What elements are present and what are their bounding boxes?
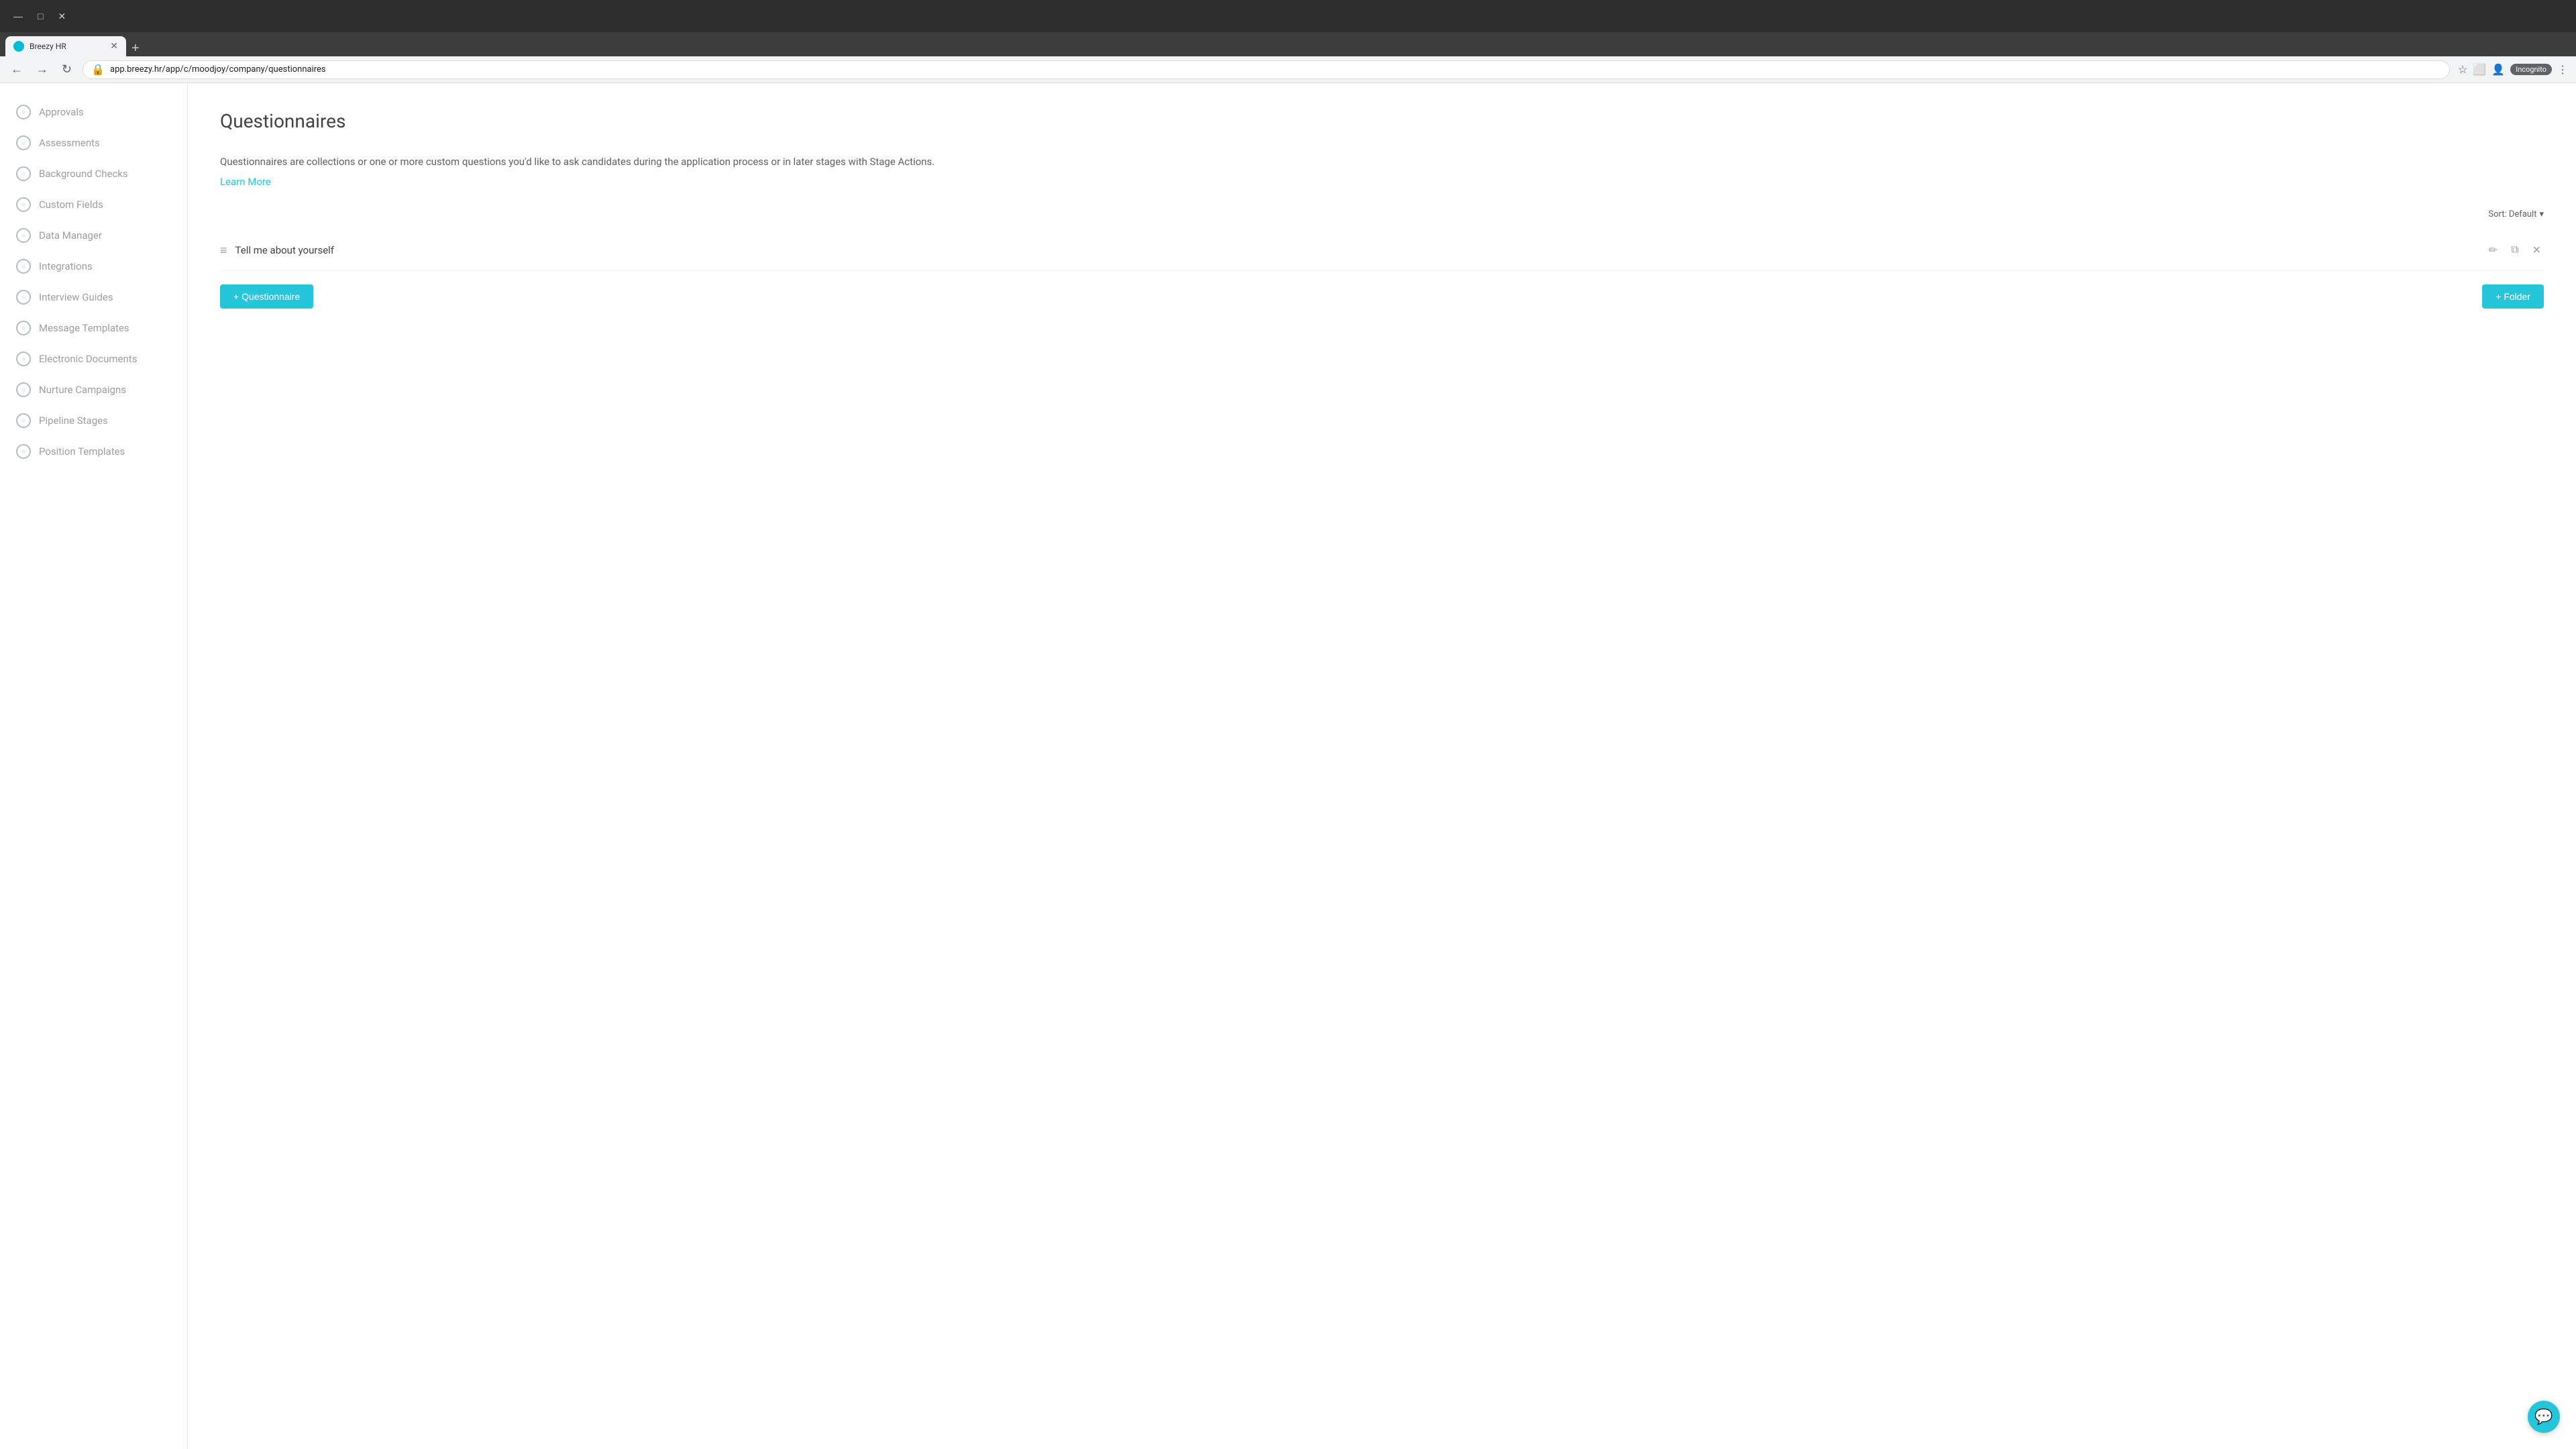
- delete-button[interactable]: ✕: [2530, 241, 2544, 260]
- assessments-icon: ○: [16, 136, 31, 150]
- profile-icon[interactable]: 👤: [2491, 63, 2505, 76]
- nurture-campaigns-icon: ○: [16, 382, 31, 397]
- sidebar-label-approvals: Approvals: [39, 106, 84, 118]
- sidebar-item-interview-guides[interactable]: ○ Interview Guides: [0, 282, 187, 313]
- sidebar-label-electronic-documents: Electronic Documents: [39, 353, 137, 365]
- position-templates-icon: ○: [16, 444, 31, 459]
- window-controls: — □ ✕: [8, 11, 71, 22]
- data-manager-icon: ○: [16, 228, 31, 243]
- browser-chrome: — □ ✕: [0, 0, 2576, 32]
- tab-favicon: [13, 41, 24, 52]
- sidebar-item-electronic-documents[interactable]: ○ Electronic Documents: [0, 343, 187, 374]
- active-tab[interactable]: Breezy HR ✕: [5, 36, 126, 56]
- url-text: app.breezy.hr/app/c/moodjoy/company/ques…: [110, 64, 326, 74]
- sidebar-label-custom-fields: Custom Fields: [39, 199, 103, 211]
- description-text: Questionnaires are collections or one or…: [220, 154, 2544, 170]
- chevron-down-icon: ▾: [2539, 209, 2544, 219]
- sidebar-item-position-templates[interactable]: ○ Position Templates: [0, 436, 187, 467]
- address-bar: ← → ↻ 🔒 app.breezy.hr/app/c/moodjoy/comp…: [0, 56, 2576, 83]
- background-checks-icon: ○: [16, 166, 31, 181]
- back-button[interactable]: ←: [8, 60, 25, 79]
- integrations-icon: ○: [16, 259, 31, 274]
- sidebar: ○ Approvals ○ Assessments ○ Background C…: [0, 83, 188, 1449]
- close-window-button[interactable]: ✕: [52, 11, 71, 22]
- pipeline-stages-icon: ○: [16, 413, 31, 428]
- maximize-button[interactable]: □: [32, 11, 48, 21]
- sidebar-label-message-templates: Message Templates: [39, 322, 129, 334]
- forward-button[interactable]: →: [34, 60, 51, 79]
- tab-close-button[interactable]: ✕: [110, 41, 118, 52]
- extensions-icon[interactable]: ⬜: [2473, 63, 2486, 76]
- url-bar[interactable]: 🔒 app.breezy.hr/app/c/moodjoy/company/qu…: [83, 60, 2450, 79]
- sidebar-label-data-manager: Data Manager: [39, 229, 102, 241]
- approvals-icon: ○: [16, 105, 31, 119]
- list-icon: ≡: [220, 244, 227, 258]
- sidebar-item-message-templates[interactable]: ○ Message Templates: [0, 313, 187, 343]
- message-templates-icon: ○: [16, 321, 31, 335]
- copy-button[interactable]: ⧉: [2508, 241, 2521, 259]
- reload-button[interactable]: ↻: [59, 60, 74, 79]
- questionnaire-list: ≡ Tell me about yourself ✏ ⧉ ✕: [220, 230, 2544, 271]
- minimize-button[interactable]: —: [8, 11, 28, 21]
- sidebar-item-background-checks[interactable]: ○ Background Checks: [0, 158, 187, 189]
- sidebar-item-pipeline-stages[interactable]: ○ Pipeline Stages: [0, 405, 187, 436]
- lock-icon: 🔒: [91, 63, 105, 76]
- sidebar-item-integrations[interactable]: ○ Integrations: [0, 251, 187, 282]
- sidebar-item-custom-fields[interactable]: ○ Custom Fields: [0, 189, 187, 220]
- learn-more-link[interactable]: Learn More: [220, 176, 271, 188]
- edit-button[interactable]: ✏: [2486, 241, 2500, 260]
- sidebar-label-assessments: Assessments: [39, 137, 100, 149]
- sidebar-label-pipeline-stages: Pipeline Stages: [39, 415, 108, 427]
- tab-title: Breezy HR: [30, 42, 105, 51]
- custom-fields-icon: ○: [16, 197, 31, 212]
- sidebar-item-data-manager[interactable]: ○ Data Manager: [0, 220, 187, 251]
- tab-bar: Breezy HR ✕ +: [0, 32, 2576, 56]
- chat-bubble-button[interactable]: 💬: [2528, 1401, 2560, 1433]
- app-container: ○ Approvals ○ Assessments ○ Background C…: [0, 83, 2576, 1449]
- incognito-badge: Incognito: [2510, 64, 2552, 75]
- description-block: Questionnaires are collections or one or…: [220, 154, 2544, 188]
- sidebar-label-position-templates: Position Templates: [39, 445, 125, 458]
- action-bar: + Questionnaire + Folder: [220, 271, 2544, 322]
- add-folder-button[interactable]: + Folder: [2482, 284, 2544, 309]
- sort-dropdown[interactable]: Sort: Default ▾: [2488, 209, 2544, 219]
- main-content: Questionnaires Questionnaires are collec…: [188, 83, 2576, 1449]
- sidebar-label-interview-guides: Interview Guides: [39, 291, 113, 303]
- interview-guides-icon: ○: [16, 290, 31, 305]
- questionnaire-actions: ✏ ⧉ ✕: [2486, 241, 2544, 260]
- electronic-documents-icon: ○: [16, 352, 31, 366]
- page-title: Questionnaires: [220, 110, 2544, 132]
- bookmark-icon[interactable]: ☆: [2458, 63, 2467, 76]
- sidebar-label-background-checks: Background Checks: [39, 168, 128, 180]
- questionnaire-name: Tell me about yourself: [235, 244, 2486, 256]
- add-questionnaire-button[interactable]: + Questionnaire: [220, 284, 313, 309]
- sidebar-item-assessments[interactable]: ○ Assessments: [0, 127, 187, 158]
- address-actions: ☆ ⬜ 👤 Incognito ⋮: [2458, 63, 2568, 76]
- chat-icon: 💬: [2534, 1409, 2553, 1426]
- sidebar-label-integrations: Integrations: [39, 260, 93, 272]
- table-row: ≡ Tell me about yourself ✏ ⧉ ✕: [220, 230, 2544, 271]
- sidebar-item-nurture-campaigns[interactable]: ○ Nurture Campaigns: [0, 374, 187, 405]
- new-tab-button[interactable]: +: [131, 41, 140, 56]
- sort-bar: Sort: Default ▾: [220, 209, 2544, 219]
- sort-label: Sort: Default: [2488, 209, 2536, 219]
- sidebar-item-approvals[interactable]: ○ Approvals: [0, 97, 187, 127]
- sidebar-label-nurture-campaigns: Nurture Campaigns: [39, 384, 126, 396]
- menu-icon[interactable]: ⋮: [2557, 63, 2568, 76]
